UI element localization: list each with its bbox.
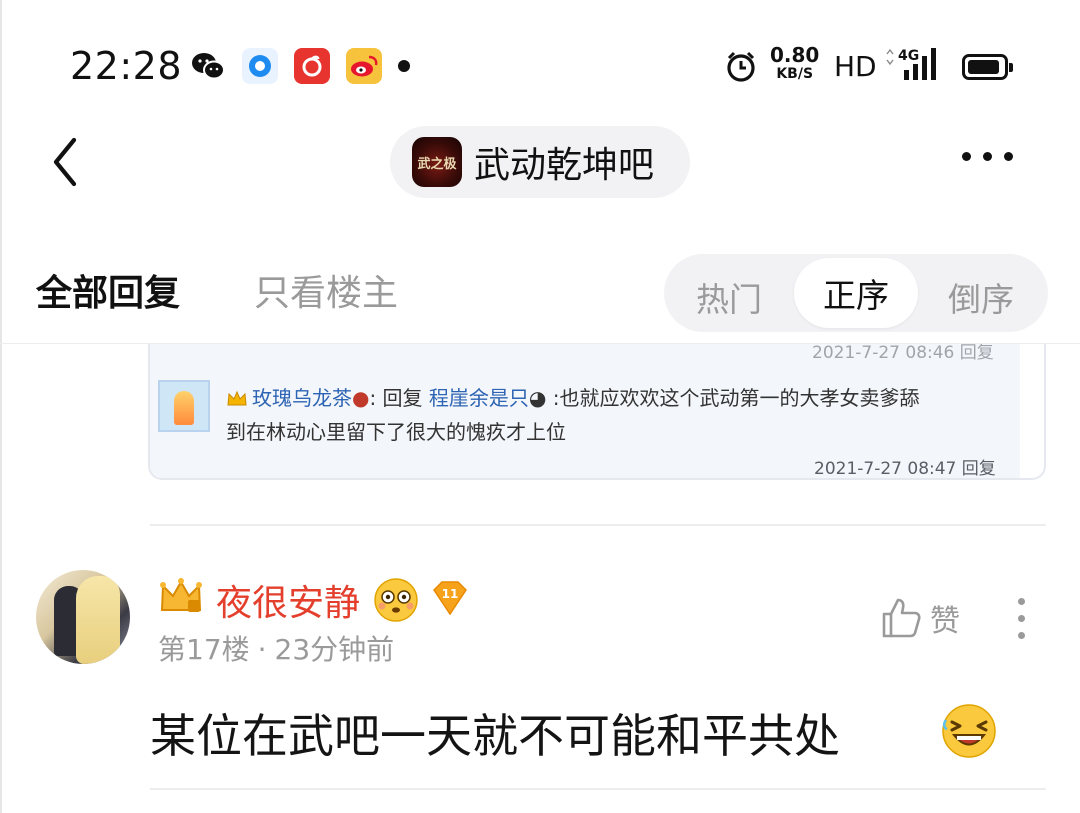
more-dot-icon <box>1018 615 1025 622</box>
chevron-left-icon <box>53 137 77 187</box>
quoted-user: 玫瑰乌龙茶 <box>252 386 352 410</box>
hd-label: HD <box>834 50 877 83</box>
quoted-reply-to: 程崖余是只 <box>428 386 529 410</box>
level-number: 11 <box>442 587 459 601</box>
meta-separator: · <box>257 633 267 666</box>
status-time: 22:28 <box>70 44 183 88</box>
post-username[interactable]: 夜很安静 <box>216 574 360 626</box>
forum-logo-text: 武之极 <box>417 156 457 172</box>
post-time: 23分钟前 <box>274 633 395 666</box>
more-dot-icon <box>1018 632 1025 639</box>
more-dot-icon <box>983 152 992 161</box>
flushed-emoji-icon <box>372 576 420 628</box>
net-speed: 0.80 KB/S <box>770 43 820 84</box>
more-options-button[interactable] <box>962 152 1013 161</box>
crown-icon <box>158 576 204 620</box>
quoted-comment-screenshot: 2021-7-27 08:46 回复 玫瑰乌龙茶●: 回复 程崖余是只◕ :也就… <box>150 344 1020 479</box>
more-dot-icon <box>962 152 971 161</box>
ghost-icon: ◕ <box>528 386 547 410</box>
post-meta: 第17楼 · 23分钟前 <box>158 628 394 668</box>
like-button[interactable]: 赞 <box>880 596 960 640</box>
battery-icon <box>962 54 1013 80</box>
quoted-time: 2021-7-27 08:47 回复 <box>814 459 996 479</box>
net-speed-unit: KB/S <box>776 66 814 82</box>
thumbs-up-icon <box>882 598 921 638</box>
quoted-avatar <box>158 380 210 432</box>
forum-name: 武动乾坤吧 <box>474 145 655 186</box>
network-label: 4G <box>898 48 919 64</box>
notification-dot-icon <box>398 60 410 72</box>
back-button[interactable] <box>44 132 88 192</box>
laughing-emoji-icon <box>940 702 998 764</box>
post-image[interactable]: 2021-7-27 08:46 回复 玫瑰乌龙茶●: 回复 程崖余是只◕ :也就… <box>148 344 1046 480</box>
weibo-icon <box>346 48 382 84</box>
crown-icon <box>227 390 247 406</box>
quoted-line-1: 玫瑰乌龙茶●: 回复 程崖余是只◕ :也就应欢欢这个武动第一的大孝女卖爹舔 <box>226 382 919 411</box>
avatar[interactable] <box>36 570 130 664</box>
quoted-line-1-text: :也就应欢欢这个武动第一的大孝女卖爹舔 <box>546 386 920 410</box>
sort-hot-option[interactable]: 热门 <box>696 273 762 321</box>
divider <box>150 524 1046 526</box>
signal-icon: 4G <box>884 46 948 88</box>
divider <box>150 788 1046 790</box>
status-bar: 22:28 0.80 KB/S HD 4G <box>0 0 1080 130</box>
mushroom-icon: ● <box>352 386 370 410</box>
level-badge: 11 <box>430 580 470 620</box>
sort-asc-option[interactable]: 正序 <box>794 258 918 328</box>
forum-logo: 武之极 <box>412 137 462 187</box>
floor-number: 第17楼 <box>158 633 250 666</box>
tab-owner-only[interactable]: 只看楼主 <box>254 264 398 316</box>
more-dot-icon <box>1018 598 1025 605</box>
post-content: 某位在武吧一天就不可能和平共处 <box>150 709 840 763</box>
quoted-reply-word: : 回复 <box>369 386 429 410</box>
forum-title-button[interactable]: 武之极 武动乾坤吧 <box>390 126 690 198</box>
alarm-icon <box>724 50 758 88</box>
browser-icon <box>242 48 278 84</box>
wechat-icon <box>190 48 226 84</box>
quoted-line-2: 到在林动心里留下了很大的愧疚才上位 <box>226 420 566 444</box>
post-more-button[interactable] <box>1018 598 1025 639</box>
sort-desc-option[interactable]: 倒序 <box>948 273 1014 321</box>
netease-music-icon <box>294 48 330 84</box>
tab-all-replies[interactable]: 全部回复 <box>36 264 180 316</box>
more-dot-icon <box>1004 152 1013 161</box>
popsicle-icon <box>174 391 194 425</box>
like-label: 赞 <box>930 604 960 639</box>
quoted-faded-time: 2021-7-27 08:46 回复 <box>812 344 994 363</box>
net-speed-value: 0.80 <box>770 43 820 67</box>
avatar-figure-light <box>76 576 120 664</box>
